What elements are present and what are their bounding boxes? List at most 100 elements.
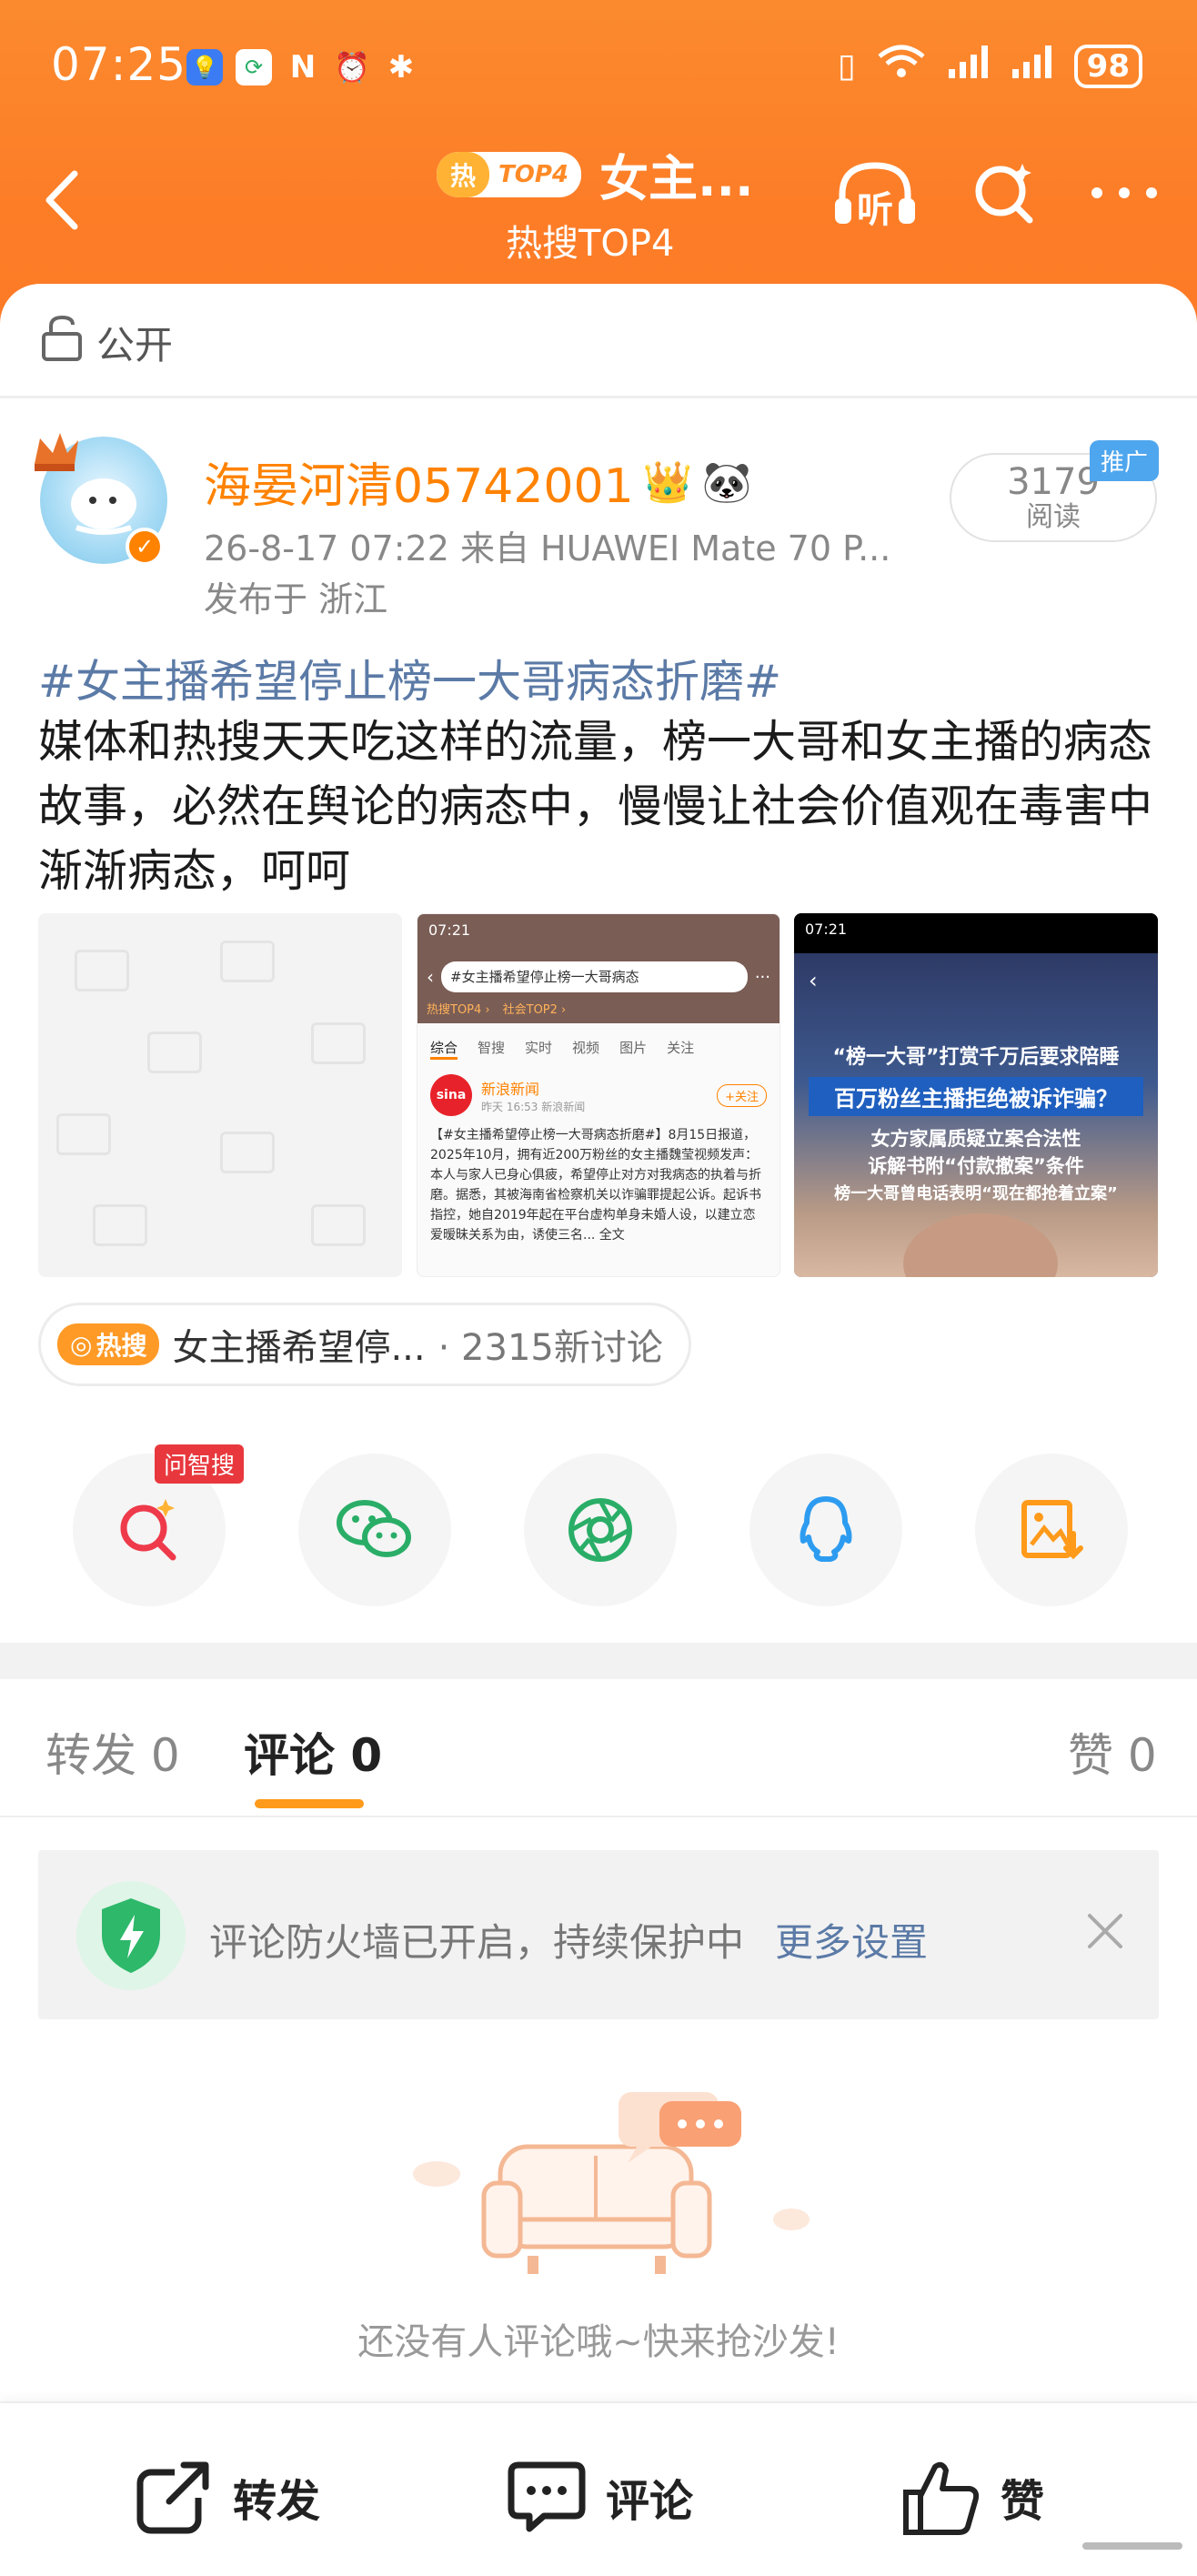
alarm-icon: ⏰ [334, 50, 370, 85]
ask-badge: 问智搜 [155, 1444, 245, 1484]
search-button[interactable] [968, 156, 1041, 233]
panda-icon: 🐼 [701, 458, 752, 506]
top-rank-label: TOP4 [498, 160, 568, 188]
img3-line1: “榜一大哥”打赏千万后要求陪睡 [832, 1046, 1120, 1069]
img2-tab: 综合 [430, 1038, 458, 1060]
hot-label: 热 [437, 151, 489, 197]
post-hashtag[interactable]: #女主播希望停止榜一大哥病态折磨# [38, 646, 781, 710]
divider [0, 1816, 1197, 1817]
img2-sina-logo: sina [430, 1074, 472, 1116]
home-indicator [1082, 2542, 1182, 2550]
interaction-tabs: 转发 0 评论 0 赞 0 [0, 1679, 1197, 1816]
unlock-icon [40, 314, 84, 370]
visibility-label: 公开 [96, 322, 174, 367]
bottom-action-bar: 转发 评论 赞 [0, 2401, 1197, 2576]
status-right: ▯ 98 [838, 44, 1142, 88]
hot-rank-badge: 热 TOP4 [437, 151, 581, 197]
wifi-icon [876, 44, 927, 88]
nav-title-row[interactable]: 热 TOP4 女主... [437, 138, 754, 210]
empty-sofa-illustration [409, 2083, 810, 2296]
ai-search-button[interactable]: 问智搜 [73, 1444, 245, 1606]
battery-indicator: 98 [1073, 44, 1142, 88]
wechat-icon [337, 1500, 411, 1557]
img2-time: 07:21 [428, 921, 471, 939]
wechat-share-button[interactable] [298, 1454, 451, 1606]
img2-back-icon: ‹ [427, 966, 434, 988]
img3-line2: 百万粉丝主播拒绝被诉诈骗？ [809, 1077, 1143, 1116]
nav-actions: 听 [830, 156, 1161, 233]
nav-title: 女主... [598, 150, 754, 207]
thumbs-up-icon [903, 2461, 980, 2535]
empty-comments-text: 还没有人评论哦~快来抢沙发! [357, 2321, 840, 2363]
tab-repost[interactable]: 转发 0 [45, 1719, 180, 1785]
post-image-2[interactable]: 07:21 ‹ #女主播希望停止榜一大哥病态 ··· 热搜TOP4 › 社会TO… [417, 913, 780, 1277]
post-meta: 26-8-17 07:22 来自 HUAWEI Mate 70 P... [204, 528, 891, 569]
img2-chip: 热搜TOP4 › [427, 1003, 490, 1017]
listen-button[interactable]: 听 [830, 158, 920, 231]
author-name[interactable]: 海晏河清05742001 [204, 448, 634, 516]
nav-subtitle[interactable]: 热搜TOP4 [506, 214, 675, 267]
topic-pill[interactable]: ◎ 热搜 女主播希望停... · 2315新讨论 [38, 1303, 691, 1386]
like-label: 赞 [1001, 2476, 1045, 2527]
crown-badge-icon: 👑 [642, 458, 693, 506]
repost-icon [136, 2461, 211, 2534]
save-image-button[interactable] [975, 1454, 1128, 1606]
img2-source-meta: 昨天 16:53 新浪新闻 [481, 1100, 586, 1113]
share-row: 问智搜 [73, 1444, 1128, 1606]
verified-icon: ✓ [126, 528, 164, 566]
like-button[interactable]: 赞 [900, 2456, 1044, 2538]
tab-comments[interactable]: 评论 0 [244, 1719, 382, 1785]
img2-tab: 关注 [667, 1040, 695, 1056]
post-image-1[interactable] [38, 913, 402, 1277]
hot-search-badge: ◎ 热搜 [57, 1323, 160, 1365]
img3-line3: 女方家属质疑立案合法性 [870, 1128, 1081, 1150]
status-bar: 07:25 💡 ⟳ N ⏰ ✱ ▯ 98 [0, 0, 1197, 136]
ai-search-icon [120, 1499, 176, 1561]
qq-share-button[interactable] [749, 1454, 902, 1606]
section-gap [0, 1643, 1197, 1679]
back-button[interactable] [40, 168, 86, 236]
img3-line5: 榜一大哥曾电话表明“现在都抢着立案” [834, 1184, 1118, 1203]
img2-more-icon: ··· [754, 967, 770, 987]
firewall-settings-link[interactable]: 更多设置 [775, 1912, 928, 1967]
crown-icon [29, 428, 84, 486]
moments-share-button[interactable] [524, 1454, 677, 1606]
img3-back-icon: ‹ [809, 968, 818, 993]
img2-tab: 智搜 [478, 1040, 506, 1056]
img2-search: #女主播希望停止榜一大哥病态 [441, 961, 748, 992]
author-name-row[interactable]: 海晏河清05742001 👑 🐼 [204, 448, 751, 516]
img2-tab: 视频 [572, 1040, 600, 1056]
signal-icon-1 [947, 44, 991, 88]
tab-indicator [255, 1799, 364, 1808]
promo-badge[interactable]: 推广 [1090, 440, 1160, 481]
status-app-icons: 💡 ⟳ N ⏰ ✱ [186, 49, 419, 86]
moments-icon [568, 1498, 632, 1562]
lightbulb-icon: 💡 [186, 49, 223, 86]
img3-time: 07:21 [805, 921, 848, 938]
tab-likes[interactable]: 赞 0 [1068, 1719, 1157, 1785]
img2-chip: 社会TOP2 › [502, 1003, 567, 1017]
hot-search-label: 热搜 [96, 1331, 147, 1361]
img2-tab: 图片 [619, 1040, 648, 1056]
nfc-icon: N [289, 49, 317, 86]
divider [0, 396, 1197, 398]
read-label: 阅读 [1026, 501, 1081, 533]
comment-button[interactable]: 评论 [506, 2456, 693, 2538]
shield-icon [76, 1881, 186, 1990]
search-small-icon: ◎ [70, 1329, 93, 1360]
topic-count: · 2315新讨论 [438, 1327, 663, 1369]
bluetooth-icon: ✱ [387, 49, 415, 86]
repost-label: 转发 [233, 2476, 321, 2527]
repost-button[interactable]: 转发 [133, 2456, 320, 2538]
img2-source: 新浪新闻 [481, 1080, 540, 1098]
vibrate-icon: ▯ [837, 47, 856, 85]
qq-icon [800, 1496, 852, 1562]
post-image-3[interactable]: 07:21 ‹ “榜一大哥”打赏千万后要求陪睡 百万粉丝主播拒绝被诉诈骗？ 女方… [794, 913, 1158, 1277]
post-body: 媒体和热搜天天吃这样的流量，榜一大哥和女主播的病态故事，必然在舆论的病态中，慢慢… [38, 716, 1153, 897]
more-button[interactable] [1088, 179, 1161, 210]
save-image-icon [1021, 1500, 1083, 1560]
close-icon[interactable] [1082, 1908, 1128, 1957]
status-time: 07:25 [51, 38, 187, 91]
topic-title: 女主播希望停... [172, 1327, 426, 1369]
app-green-icon: ⟳ [236, 49, 272, 86]
